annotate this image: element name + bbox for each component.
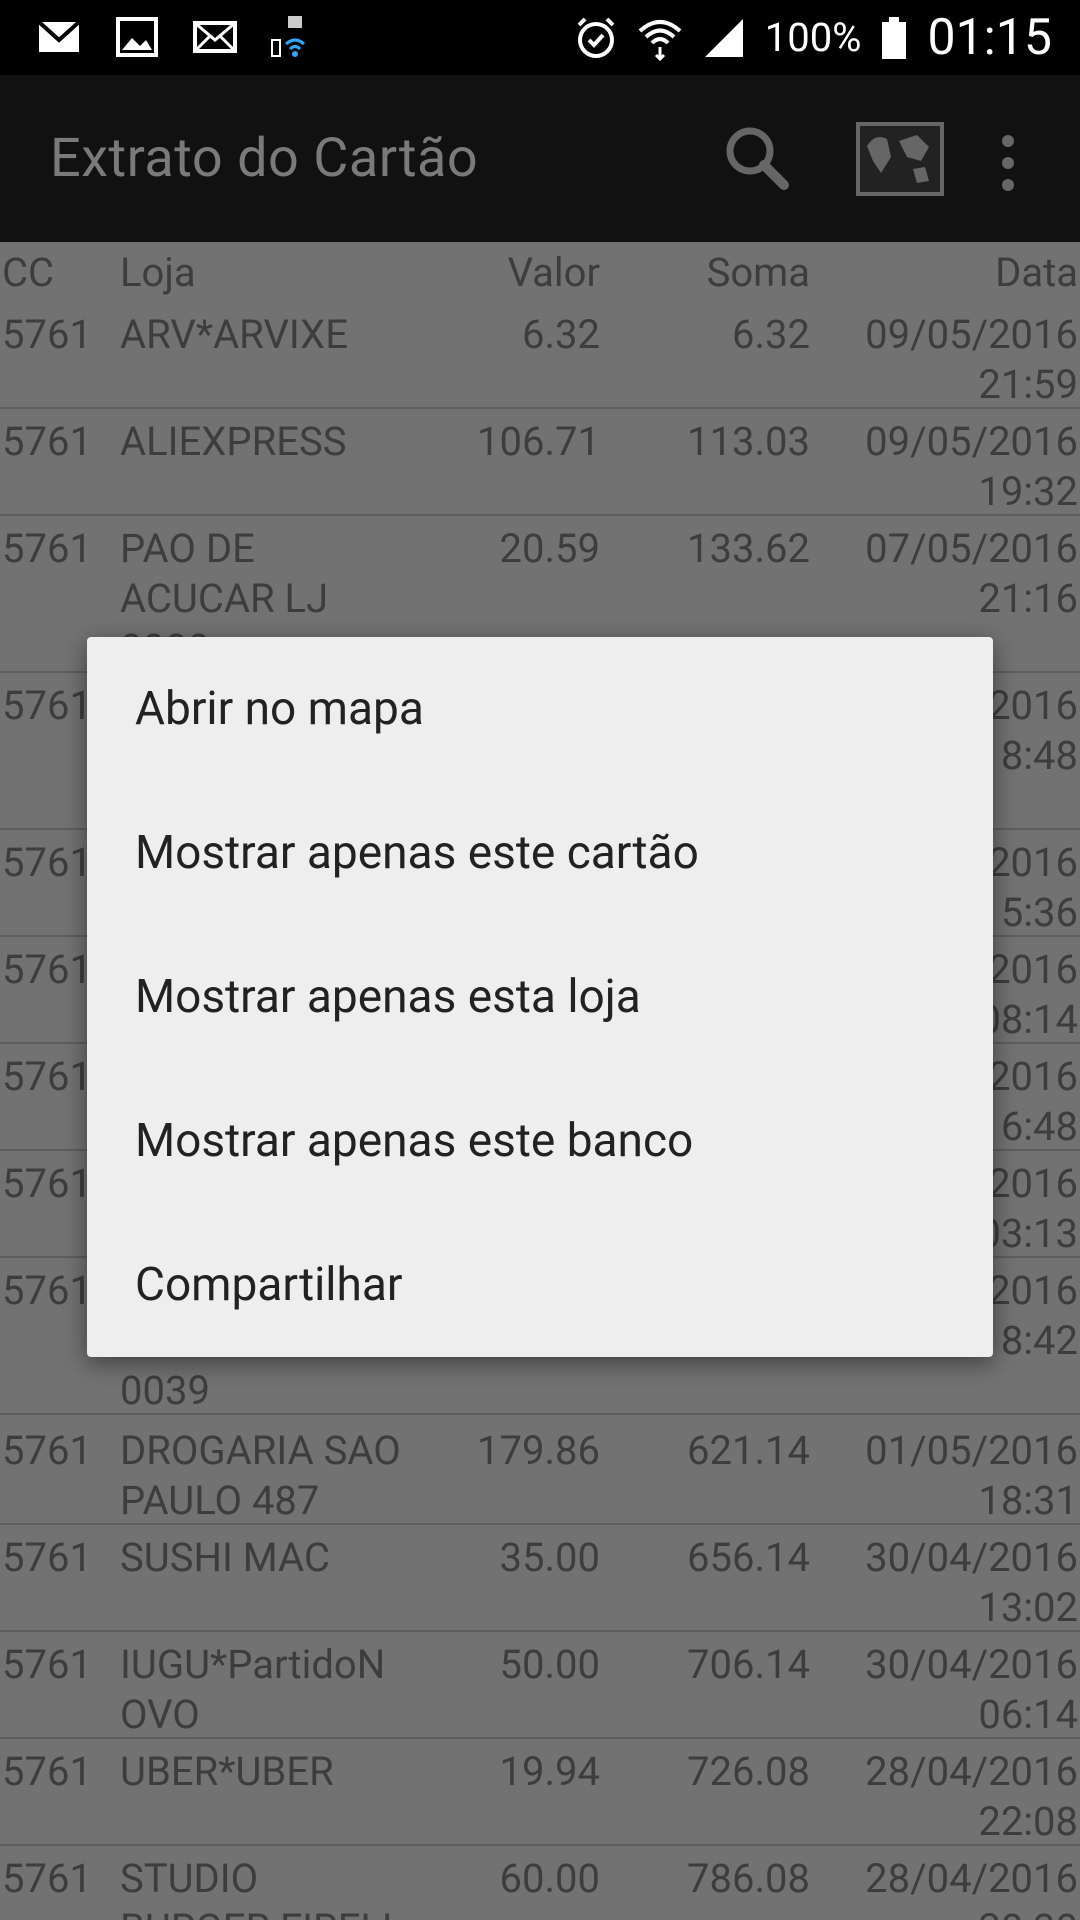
network-icon [270,14,316,60]
header-cc: CC [2,249,55,296]
cell-valor: 60.00 [499,1855,600,1902]
cell-soma: 656.14 [687,1534,810,1581]
cell-valor: 106.71 [477,418,600,465]
cell-loja: DROGARIA SAO PAULO 487 [120,1427,401,1524]
app-bar: Extrato do Cartão [0,75,1080,242]
cell-data: 09/05/2016 19:32 [865,418,1078,515]
cell-data: 09/05/2016 21:59 [865,311,1078,408]
cell-valor: 6.32 [522,311,600,358]
menu-item-show-card[interactable]: Mostrar apenas este cartão [87,781,993,925]
header-loja: Loja [120,249,196,296]
signal-icon [701,15,747,61]
search-icon[interactable] [720,123,792,199]
page-title: Extrato do Cartão [50,127,479,190]
cell-data: 28/04/2016 20:30 [865,1855,1078,1920]
map-icon[interactable] [855,121,945,201]
cell-data: 30/04/2016 13:02 [865,1534,1078,1631]
cell-data: 28/04/2016 22:08 [865,1748,1078,1845]
table-row[interactable]: 5761 STUDIO BURGER FIRELL 60.00 786.08 2… [0,1846,1080,1920]
cell-cc: 5761 [2,525,92,572]
table-header: CC Loja Valor Soma Data [0,242,1080,302]
gallery-icon [114,14,160,60]
cell-valor: 35.00 [499,1534,600,1581]
cell-data: 30/04/2016 06:14 [865,1641,1078,1738]
cell-data: 07/05/2016 21:16 [865,525,1078,622]
cell-data: 01/05/2016 18:31 [865,1427,1078,1524]
header-valor: Valor [507,249,600,296]
cell-soma: 726.08 [687,1748,810,1795]
cell-cc: 5761 [2,1534,92,1581]
cell-cc: 5761 [2,1427,92,1474]
menu-item-open-map[interactable]: Abrir no mapa [87,637,993,781]
cell-cc: 5761 [2,418,92,465]
context-menu-dialog: Abrir no mapa Mostrar apenas este cartão… [87,637,993,1357]
table-row[interactable]: 5761 DROGARIA SAO PAULO 487 179.86 621.1… [0,1418,1080,1525]
clock: 01:15 [927,8,1052,67]
cell-cc: 5761 [2,1748,92,1795]
cell-loja: UBER*UBER [120,1748,334,1795]
menu-item-show-bank[interactable]: Mostrar apenas este banco [87,1069,993,1213]
cell-loja: ARV*ARVIXE [120,311,348,358]
header-soma: Soma [706,249,810,296]
cell-cc: 5761 [2,1855,92,1902]
table-row[interactable]: 5761 ARV*ARVIXE 6.32 6.32 09/05/2016 21:… [0,302,1080,409]
cell-valor: 19.94 [499,1748,600,1795]
cell-valor: 50.00 [499,1641,600,1688]
header-data: Data [995,249,1078,296]
battery-percent: 100% [764,14,862,61]
cell-loja: IUGU*PartidoN OVO [120,1641,386,1738]
menu-item-share[interactable]: Compartilhar [87,1213,993,1357]
cell-loja: ALIEXPRESS [120,418,347,465]
cell-valor: 179.86 [477,1427,600,1474]
cell-soma: 133.62 [687,525,810,572]
mail-icon [192,14,238,60]
table-row[interactable]: 5761 IUGU*PartidoN OVO 50.00 706.14 30/0… [0,1632,1080,1739]
menu-item-show-store[interactable]: Mostrar apenas esta loja [87,925,993,1069]
cell-loja: SUSHI MAC [120,1534,330,1581]
overflow-menu-icon[interactable] [996,133,1020,197]
cell-loja: STUDIO BURGER FIRELL [120,1855,404,1920]
table-row[interactable]: 5761 UBER*UBER 19.94 726.08 28/04/2016 2… [0,1739,1080,1846]
alarm-icon [573,15,619,61]
table-row[interactable]: 5761 SUSHI MAC 35.00 656.14 30/04/2016 1… [0,1525,1080,1632]
status-bar: 100% 01:15 [0,0,1080,75]
cell-soma: 621.14 [687,1427,810,1474]
cell-soma: 113.03 [687,418,810,465]
gmail-icon [36,14,82,60]
table-row[interactable]: 5761 ALIEXPRESS 106.71 113.03 09/05/2016… [0,409,1080,516]
cell-cc: 5761 [2,1641,92,1688]
cell-soma: 6.32 [732,311,810,358]
cell-soma: 786.08 [687,1855,810,1902]
cell-valor: 20.59 [499,525,600,572]
wifi-icon [637,15,683,61]
battery-icon [879,15,909,61]
cell-cc: 5761 [2,311,92,358]
cell-soma: 706.14 [687,1641,810,1688]
